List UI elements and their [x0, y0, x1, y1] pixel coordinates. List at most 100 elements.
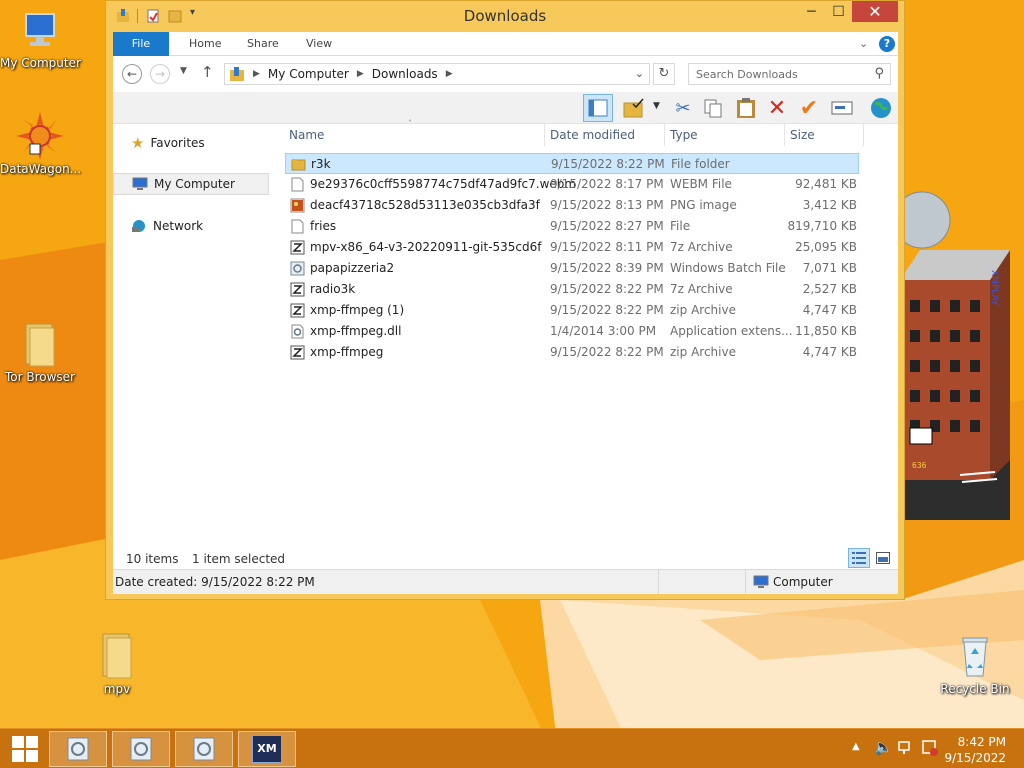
large-icons-view-button[interactable]: [872, 548, 894, 568]
search-icon[interactable]: ⚲: [874, 66, 884, 81]
desktop-icon-label: Recycle Bin: [940, 682, 1010, 696]
nav-item-label: Favorites: [150, 136, 205, 150]
volume-icon[interactable]: 🔈: [874, 738, 893, 756]
file-row[interactable]: 9e29376c0cff5598774c75df47ad9fc7.webm 9/1…: [285, 174, 859, 195]
desktop-icon-label: DataWagon...: [0, 162, 82, 176]
taskbar-app-button[interactable]: [175, 731, 233, 767]
taskbar-xmplay-button[interactable]: XM: [238, 731, 296, 767]
taskbar-app-button[interactable]: [112, 731, 170, 767]
delete-button[interactable]: ✕: [764, 95, 790, 121]
details-view-button[interactable]: [848, 548, 870, 568]
minimize-button[interactable]: ─: [798, 1, 825, 22]
clock[interactable]: 8:42 PM 9/15/2022: [944, 734, 1006, 766]
desktop-icon-my-computer[interactable]: My Computer: [0, 10, 81, 70]
details-divider: [658, 570, 659, 594]
tab-home[interactable]: Home: [189, 32, 221, 56]
file-row[interactable]: xmp-ffmpeg (1) 9/15/2022 8:22 PM zip Archi…: [285, 300, 859, 321]
file-date-modified: 9/15/2022 8:17 PM: [550, 177, 664, 191]
xmplay-icon: XM: [252, 735, 282, 763]
tab-file[interactable]: File: [113, 32, 169, 56]
recent-locations-icon[interactable]: ▼: [180, 66, 187, 76]
start-button[interactable]: [0, 729, 50, 768]
breadcrumb-separator-icon[interactable]: ▶: [357, 69, 364, 79]
file-row[interactable]: mpv-x86_64-v3-20220911-git-535cd6f 9/15/2…: [285, 237, 859, 258]
computer-icon: [25, 13, 55, 46]
column-separator[interactable]: [544, 124, 545, 146]
network-tray-icon[interactable]: [898, 740, 914, 756]
breadcrumb-separator-icon[interactable]: ▶: [253, 69, 260, 79]
desktop-icon-mpv[interactable]: mpv: [77, 630, 157, 696]
tab-view[interactable]: View: [306, 32, 332, 56]
back-button[interactable]: ←: [122, 64, 142, 84]
file-row[interactable]: fries 9/15/2022 8:27 PM File 819,710 KB: [285, 216, 859, 237]
file-type: WEBM File: [670, 177, 732, 191]
select-button[interactable]: ✔: [796, 95, 822, 121]
search-input[interactable]: Search Downloads ⚲: [688, 63, 891, 85]
file-date-modified: 9/15/2022 8:27 PM: [550, 219, 664, 233]
taskbar-explorer-button[interactable]: [49, 731, 107, 767]
column-separator[interactable]: [664, 124, 665, 146]
file-row[interactable]: deacf43718c528d53113e035cb3dfa3f 9/15/202…: [285, 195, 859, 216]
organize-button[interactable]: [621, 95, 647, 121]
column-header-size[interactable]: Size: [790, 128, 815, 142]
nav-item-favorites[interactable]: ★ Favorites: [113, 132, 271, 154]
show-hidden-icons-icon[interactable]: ▲: [852, 741, 860, 752]
copy-button[interactable]: [700, 95, 726, 121]
cut-button[interactable]: ✂: [670, 95, 696, 121]
file-size: 3,412 KB: [802, 198, 857, 212]
refresh-button[interactable]: ↻: [653, 63, 675, 85]
desktop-icon-tor-browser[interactable]: Tor Browser: [0, 320, 80, 384]
internet-button[interactable]: [868, 95, 894, 121]
desktop-icon-datawagon[interactable]: DataWagon...: [0, 112, 82, 176]
file-row[interactable]: xmp-ffmpeg 9/15/2022 8:22 PM zip Archive 4,…: [285, 342, 859, 363]
column-header-type[interactable]: Type: [670, 128, 698, 142]
explorer-window: ▾ Downloads ─ ☐ ✕ File Home Share View ⌄…: [105, 0, 905, 600]
title-bar[interactable]: ▾ Downloads ─ ☐ ✕: [106, 1, 904, 32]
details-divider: [745, 570, 746, 594]
column-header-date[interactable]: Date modified: [550, 128, 635, 142]
file-name: r3k: [311, 157, 331, 171]
column-separator[interactable]: [784, 124, 785, 146]
organize-dropdown-icon[interactable]: ▼: [653, 101, 660, 111]
batch-file-icon: [67, 737, 89, 761]
desktop-icon-recycle-bin[interactable]: Recycle Bin: [935, 632, 1015, 696]
expand-ribbon-icon[interactable]: ⌄: [859, 37, 868, 50]
forward-button[interactable]: →: [150, 64, 170, 84]
file-row[interactable]: papapizzeria2 9/15/2022 8:39 PM Windows Ba…: [285, 258, 859, 279]
file-size: 92,481 KB: [795, 177, 857, 191]
preview-pane-icon: [588, 99, 608, 117]
clock-date: 9/15/2022: [944, 751, 1006, 765]
address-bar[interactable]: ▶ My Computer ▶ Downloads ▶ ⌄: [224, 63, 650, 85]
column-separator[interactable]: [863, 124, 864, 146]
column-header-name[interactable]: Name: [289, 128, 324, 142]
file-type: zip Archive: [670, 303, 736, 317]
file-type: zip Archive: [670, 345, 736, 359]
breadcrumb-separator-icon[interactable]: ▶: [446, 69, 453, 79]
paste-button[interactable]: [733, 95, 759, 121]
up-button[interactable]: ↑: [201, 63, 214, 81]
file-row[interactable]: r3k 9/15/2022 8:22 PM File folder: [285, 153, 859, 174]
desktop-icon-label: mpv: [103, 682, 131, 696]
status-bar: 10 items 1 item selected: [113, 548, 898, 569]
clock-time: 8:42 PM: [957, 735, 1006, 749]
breadcrumb-downloads[interactable]: Downloads: [372, 67, 438, 81]
blank-file-icon: [290, 219, 305, 234]
batch-file-icon: [290, 261, 305, 276]
file-row[interactable]: xmp-ffmpeg.dll 1/4/2014 3:00 PM Applicatio…: [285, 321, 859, 342]
file-row[interactable]: radio3k 9/15/2022 8:22 PM 7z Archive 2,527 …: [285, 279, 859, 300]
file-name: papapizzeria2: [310, 261, 395, 275]
tab-share[interactable]: Share: [247, 32, 279, 56]
help-button[interactable]: ?: [879, 36, 895, 52]
address-dropdown-icon[interactable]: ⌄: [635, 67, 644, 80]
nav-item-network[interactable]: Network: [113, 215, 271, 237]
preview-pane-button[interactable]: [583, 94, 613, 122]
close-button[interactable]: ✕: [852, 1, 898, 22]
breadcrumb-my-computer[interactable]: My Computer: [268, 67, 349, 81]
nav-item-my-computer[interactable]: My Computer: [113, 173, 269, 195]
folder-icon: [25, 323, 55, 367]
scissors-icon: ✂: [675, 97, 691, 119]
maximize-button[interactable]: ☐: [825, 1, 852, 22]
action-center-icon[interactable]: [922, 740, 938, 756]
rename-button[interactable]: [829, 95, 855, 121]
location-text: Computer: [773, 575, 833, 589]
